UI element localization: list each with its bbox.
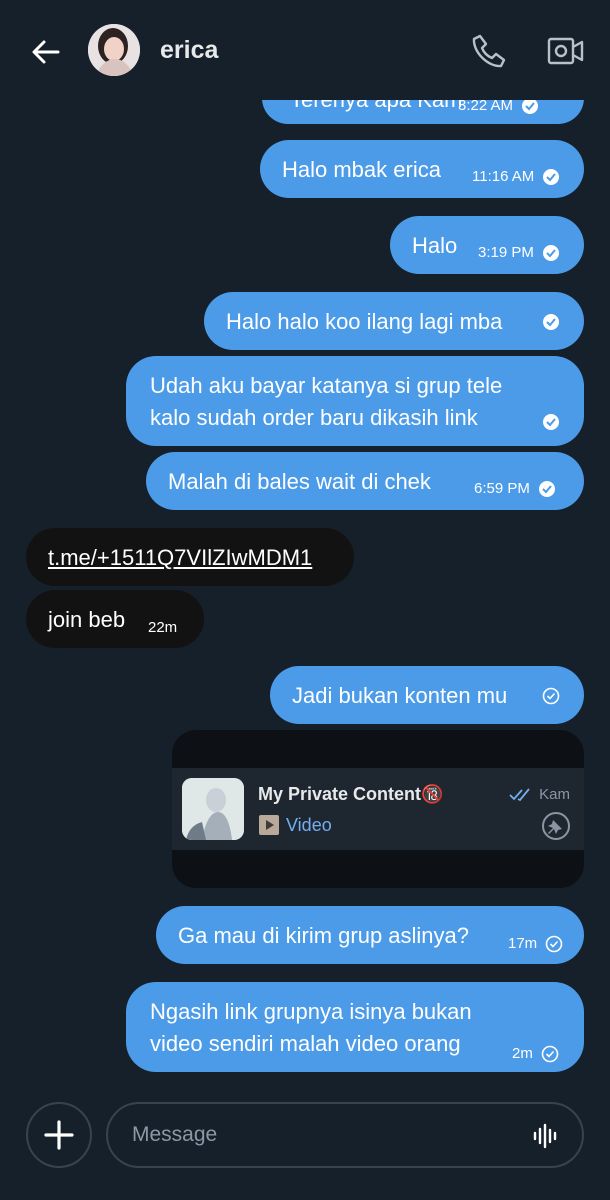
back-arrow-icon[interactable] xyxy=(28,34,64,70)
preview-subtitle-text: Video xyxy=(286,814,332,835)
read-check-icon xyxy=(538,481,555,497)
message-bubble-outgoing[interactable]: Ngasih link grupnya isinya bukan video s… xyxy=(126,982,584,1072)
message-time: 22m xyxy=(148,619,178,636)
sent-check-icon xyxy=(541,1045,559,1063)
preview-subtitle: Video xyxy=(258,814,332,836)
message-bubble-outgoing[interactable]: Halo halo koo ilang lagi mba xyxy=(204,292,584,350)
message-meta xyxy=(542,687,560,705)
message-meta: 2m xyxy=(512,1038,559,1070)
message-text: Ga mau di kirim grup aslinya? xyxy=(178,923,470,948)
read-check-icon xyxy=(543,169,560,185)
pin-icon[interactable] xyxy=(542,812,570,840)
message-text: Halo mbak erica xyxy=(282,157,441,182)
preview-time: Kam xyxy=(539,786,570,803)
message-text-line: Ngasih link grupnya isinya bukan xyxy=(150,999,472,1024)
message-text-line: video sendiri malah video orang xyxy=(150,1031,461,1056)
message-bubble-outgoing[interactable]: Halo mbak erica 11:16 AM xyxy=(260,140,584,198)
message-meta xyxy=(542,313,560,331)
message-text: Jadi bukan konten mu xyxy=(292,683,508,708)
message-time: 11:16 AM xyxy=(472,168,535,185)
message-meta: 11:16 AM xyxy=(472,161,560,193)
double-check-icon xyxy=(509,787,530,801)
add-attachment-button[interactable] xyxy=(26,1102,92,1168)
video-thumbnail-icon xyxy=(259,815,279,835)
message-link[interactable]: t.me/+1511Q7VIlZIwMDM1 xyxy=(48,542,312,574)
message-time: 17m xyxy=(508,935,538,952)
read-check-icon xyxy=(542,245,559,261)
message-bubble-incoming[interactable]: t.me/+1511Q7VIlZIwMDM1 xyxy=(26,528,354,586)
message-placeholder: Message xyxy=(132,1123,218,1146)
message-text-line: Udah aku bayar katanya si grup tele xyxy=(150,373,503,398)
sent-check-icon xyxy=(542,687,560,705)
forwarded-preview-card[interactable]: My Private Content🔞 Video Kam xyxy=(172,730,584,888)
message-text: Halo halo koo ilang lagi mba xyxy=(226,309,503,334)
message-meta xyxy=(542,413,560,431)
read-check-icon xyxy=(543,314,559,330)
message-bubble-outgoing[interactable]: Jadi bukan konten mu xyxy=(270,666,584,724)
message-meta: 17m xyxy=(508,928,563,960)
plus-icon xyxy=(44,1120,74,1150)
video-camera-icon[interactable] xyxy=(546,32,586,70)
message-text: Malah di bales wait di chek xyxy=(168,469,431,494)
message-meta: 22m xyxy=(148,612,177,644)
contact-avatar[interactable] xyxy=(88,24,140,76)
voice-message-icon[interactable] xyxy=(532,1122,558,1150)
message-meta: 3:19 PM xyxy=(478,237,560,269)
message-text: Halo xyxy=(412,233,458,258)
message-bubble-outgoing[interactable]: Udah aku bayar katanya si grup tele kalo… xyxy=(126,356,584,446)
message-bubble-outgoing[interactable]: Halo 3:19 PM xyxy=(390,216,584,274)
preview-thumbnail xyxy=(182,778,244,840)
message-bubble-outgoing[interactable]: Malah di bales wait di chek 6:59 PM xyxy=(146,452,584,510)
message-input[interactable]: Message xyxy=(106,1102,584,1168)
phone-icon[interactable] xyxy=(470,32,508,70)
contact-name[interactable]: erica xyxy=(160,36,218,65)
message-time: 2m xyxy=(512,1045,533,1062)
message-meta: 6:59 PM xyxy=(474,473,556,505)
preview-title: My Private Content🔞 xyxy=(258,784,444,804)
read-check-icon xyxy=(543,414,559,430)
sent-check-icon xyxy=(545,935,563,953)
message-text: join beb xyxy=(48,607,126,632)
chat-header: erica xyxy=(0,0,610,100)
message-bubble-incoming[interactable]: join beb 22m xyxy=(26,590,204,648)
message-time: 6:59 PM xyxy=(474,480,530,497)
message-bubble-outgoing[interactable]: Ga mau di kirim grup aslinya? 17m xyxy=(156,906,584,964)
message-text-line: kalo sudah order baru dikasih link xyxy=(150,405,478,430)
preview-meta: Kam xyxy=(509,786,570,803)
preview-row[interactable]: My Private Content🔞 Video Kam xyxy=(172,768,584,850)
message-time: 3:19 PM xyxy=(478,244,534,261)
